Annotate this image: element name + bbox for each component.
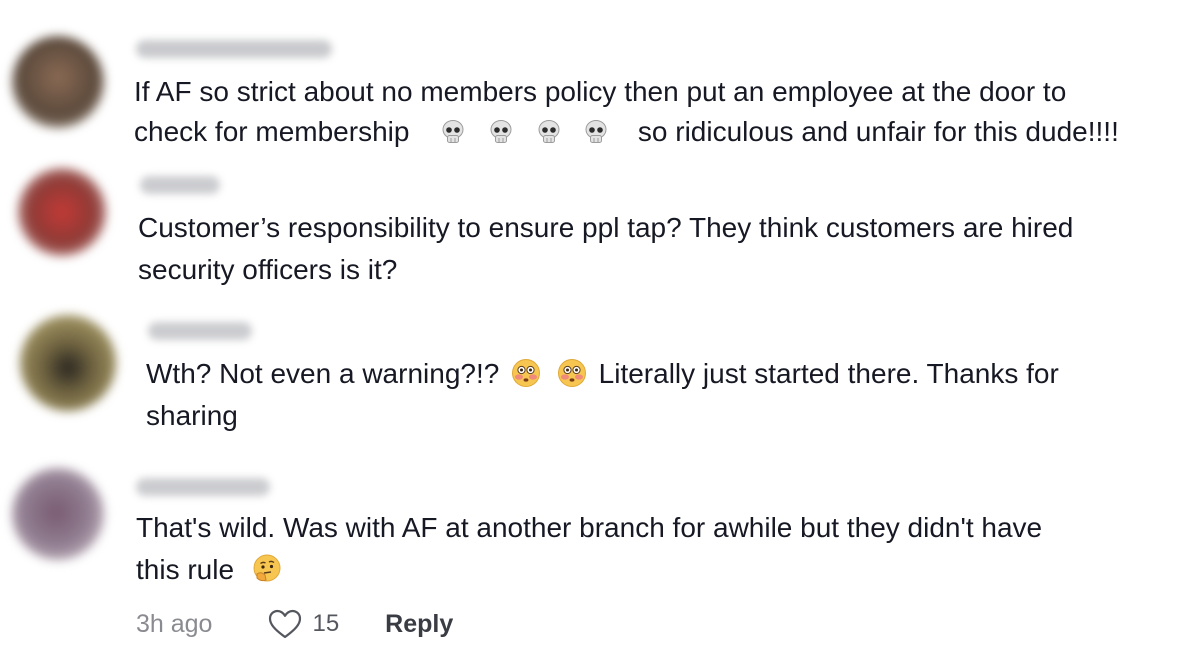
like-button[interactable]: 15 (268, 609, 339, 639)
comment-text-line-2: security officers is it? (138, 254, 398, 285)
comment-text-segment: check for membership (134, 116, 410, 147)
comment-text-segment: so ridiculous and unfair for this dude!!… (637, 116, 1119, 147)
comment-text-segment: Literally just started there. Thanks for (598, 358, 1059, 389)
comment-text-line-2: check for membership so ridiculous and u… (134, 112, 1119, 152)
thinking-face-emoji-icon (253, 554, 281, 582)
avatar[interactable] (12, 36, 104, 128)
comment-meta-row: 3h ago 15 Reply (136, 604, 453, 644)
heart-outline-icon[interactable] (268, 609, 302, 639)
username-blurred[interactable] (148, 322, 252, 340)
comment-text-line-2: this rule (136, 550, 286, 590)
flushed-face-emoji-icon (557, 359, 586, 387)
flushed-face-emoji-icon (512, 359, 541, 387)
avatar[interactable] (20, 315, 116, 411)
like-count: 15 (312, 610, 340, 637)
comment-text-segment: this rule (136, 554, 235, 585)
reply-button[interactable]: Reply (385, 610, 453, 639)
skull-emoji-icon (538, 120, 560, 143)
comment-text-line-1: That's wild. Was with AF at another bran… (136, 512, 1043, 543)
avatar[interactable] (18, 168, 106, 256)
skull-emoji-icon (585, 120, 607, 143)
comment-text-line-1: If AF so strict about no members policy … (134, 76, 1067, 107)
comment-text-line-1: Wth? Not even a warning?!? Literally jus… (146, 354, 1059, 394)
skull-emoji-icon (490, 120, 512, 143)
username-blurred[interactable] (140, 176, 220, 194)
username-blurred[interactable] (136, 40, 332, 58)
timestamp: 3h ago (136, 609, 213, 638)
skull-emoji-icon (442, 120, 464, 143)
comment-text-segment: Wth? Not even a warning?!? (146, 358, 500, 389)
avatar[interactable] (12, 468, 104, 560)
comment-text-line-1: Customer’s responsibility to ensure ppl … (138, 212, 1074, 243)
comment-text-line-2: sharing (146, 400, 238, 431)
username-blurred[interactable] (136, 478, 270, 496)
